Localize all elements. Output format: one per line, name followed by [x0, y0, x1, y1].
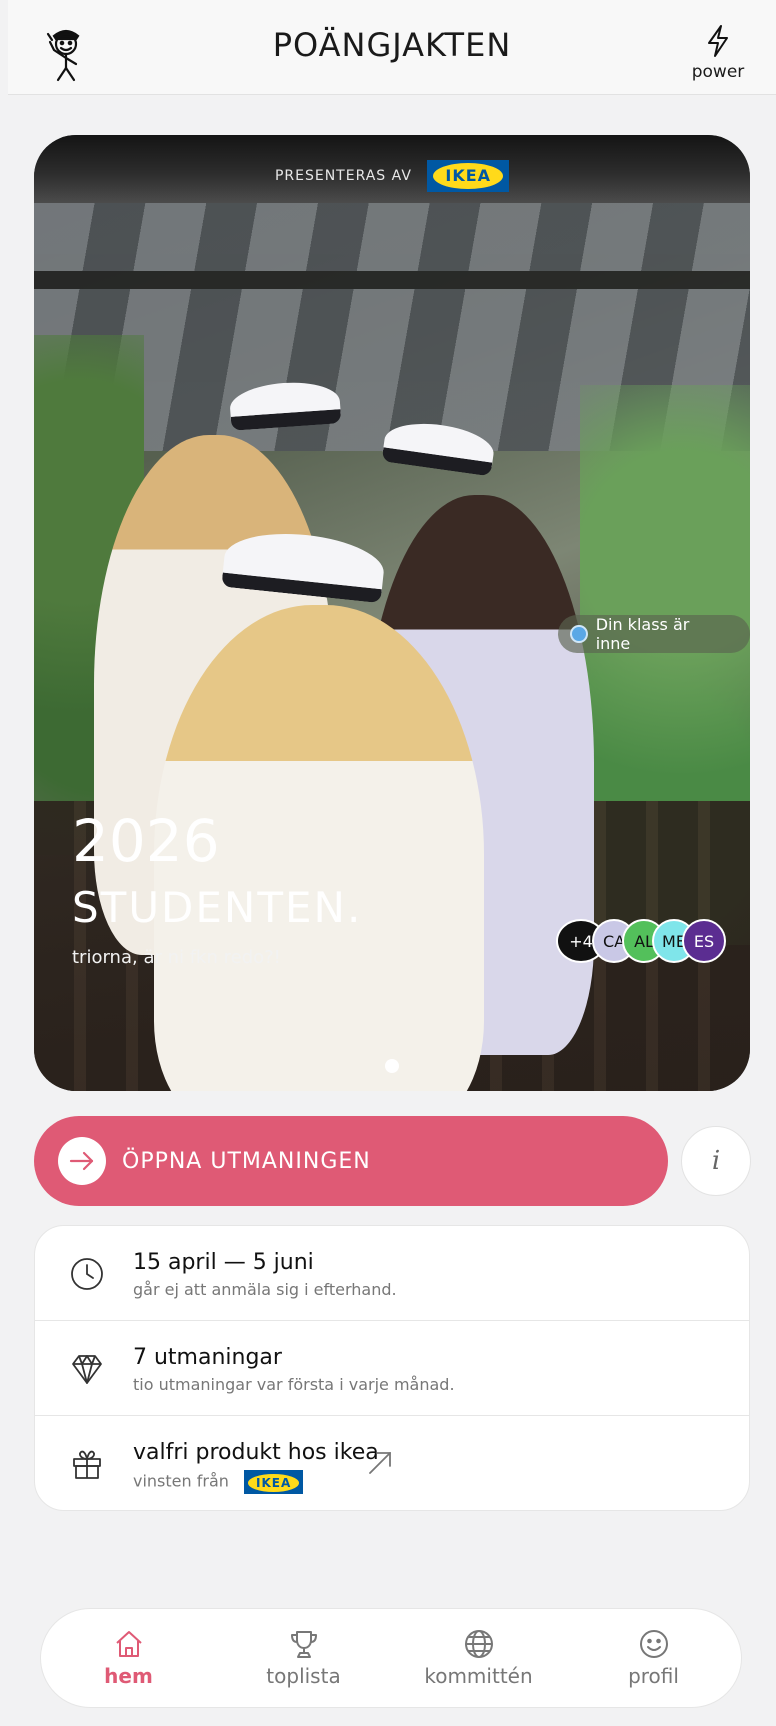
clock-icon	[71, 1258, 103, 1290]
nav-item-profil[interactable]: profil	[579, 1628, 729, 1688]
challenge-hero-card[interactable]: PRESENTERAS AV IKEA Din klass är inne 20…	[34, 135, 750, 1091]
power-button[interactable]: power	[678, 24, 758, 82]
info-title: valfri produkt hos ikea	[133, 1440, 379, 1465]
avatar: ES	[682, 919, 726, 963]
home-icon	[115, 1631, 142, 1657]
info-row-dates: 15 april — 5 juni går ej att anmäla sig …	[35, 1226, 749, 1321]
external-link-arrow-icon[interactable]	[367, 1450, 393, 1476]
participant-avatars[interactable]: +4 CA AL ME ES	[556, 919, 726, 963]
smiley-icon	[639, 1630, 668, 1658]
info-button[interactable]: i	[681, 1126, 751, 1196]
info-subtitle: tio utmaningar var första i varje månad.	[133, 1375, 455, 1394]
nav-label: profil	[628, 1664, 679, 1688]
nav-label: hem	[104, 1664, 153, 1688]
presented-by-label: PRESENTERAS AV	[274, 168, 412, 184]
carousel-indicator	[34, 1059, 750, 1073]
hero-headline: STUDENTEN.	[72, 883, 363, 932]
status-dot-icon	[570, 625, 588, 643]
open-challenge-button[interactable]: ÖPPNA UTMANINGEN	[34, 1116, 668, 1206]
prize-from-label: vinsten från	[133, 1471, 229, 1491]
info-title: 15 april — 5 juni	[133, 1250, 314, 1275]
info-title: 7 utmaningar	[133, 1345, 282, 1370]
app-header: POÄNGJAKTEN power	[8, 0, 776, 95]
gift-icon	[73, 1450, 101, 1479]
class-status-pill: Din klass är inne	[558, 615, 750, 653]
info-subtitle: går ej att anmäla sig i efterhand.	[133, 1280, 397, 1299]
ikea-logo: IKEA	[243, 1470, 304, 1494]
carousel-dot[interactable]	[385, 1059, 399, 1073]
bottom-navigation: hem toplista kommittén profil	[40, 1608, 742, 1708]
ikea-logo: IKEA	[427, 160, 510, 192]
class-status-text: Din klass är inne	[595, 615, 690, 653]
info-row-challenges: 7 utmaningar tio utmaningar var första i…	[35, 1321, 749, 1416]
globe-icon	[464, 1630, 493, 1658]
nav-item-hem[interactable]: hem	[54, 1628, 204, 1688]
hero-year: 2026	[72, 807, 220, 875]
nav-label: toplista	[266, 1664, 341, 1688]
arrow-right-icon	[58, 1137, 106, 1185]
challenge-info-list: 15 april — 5 juni går ej att anmäla sig …	[34, 1225, 750, 1511]
diamond-icon	[72, 1355, 102, 1384]
nav-item-toplista[interactable]: toplista	[229, 1628, 379, 1688]
sponsor-line: PRESENTERAS AV IKEA	[34, 160, 750, 192]
power-label: power	[691, 62, 745, 82]
app-title: POÄNGJAKTEN	[272, 26, 512, 64]
lightning-icon	[708, 25, 728, 57]
nav-label: kommittén	[424, 1664, 533, 1688]
nav-item-kommitten[interactable]: kommittén	[404, 1628, 554, 1688]
info-subtitle: vinsten från IKEA	[133, 1470, 304, 1494]
info-row-prize[interactable]: valfri produkt hos ikea vinsten från IKE…	[35, 1416, 749, 1510]
trophy-icon	[290, 1631, 317, 1658]
hero-tagline: triorna, är ni fkn redo?!	[72, 947, 281, 968]
open-challenge-label: ÖPPNA UTMANINGEN	[122, 1148, 371, 1174]
